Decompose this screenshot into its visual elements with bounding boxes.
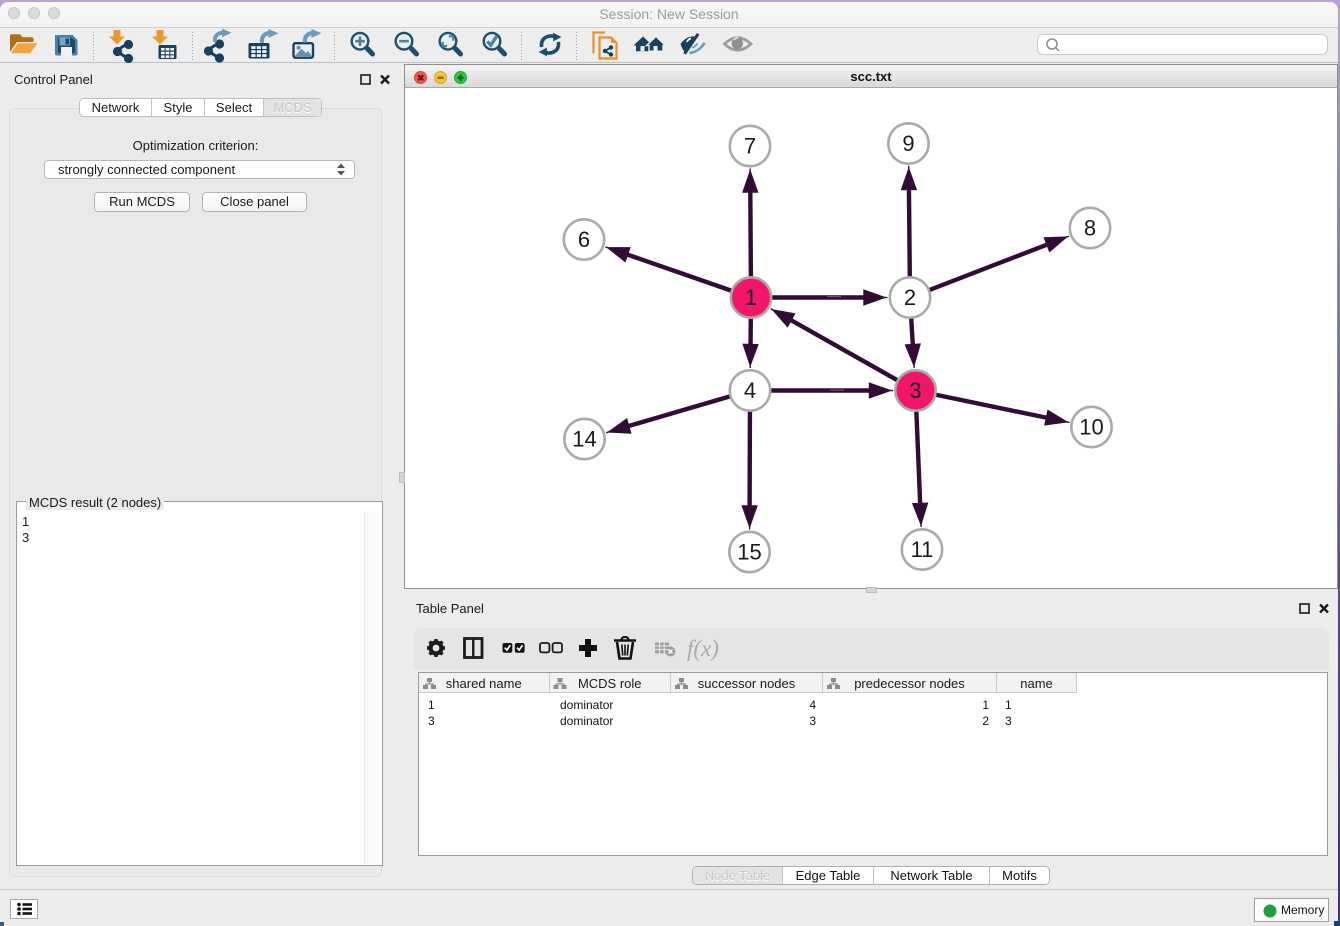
svg-text:11: 11 xyxy=(911,537,934,562)
svg-text:f(x): f(x) xyxy=(687,636,719,661)
svg-text:3: 3 xyxy=(909,378,921,403)
svg-text:8: 8 xyxy=(1084,216,1096,241)
svg-text:14: 14 xyxy=(572,427,596,452)
svg-text:1: 1 xyxy=(745,285,757,310)
svg-text:15: 15 xyxy=(737,540,761,565)
svg-text:6: 6 xyxy=(578,227,590,252)
svg-text:4: 4 xyxy=(744,378,756,403)
svg-text:7: 7 xyxy=(744,134,756,159)
svg-text:9: 9 xyxy=(902,131,914,156)
svg-text:2: 2 xyxy=(904,285,916,310)
svg-text:10: 10 xyxy=(1079,415,1103,440)
